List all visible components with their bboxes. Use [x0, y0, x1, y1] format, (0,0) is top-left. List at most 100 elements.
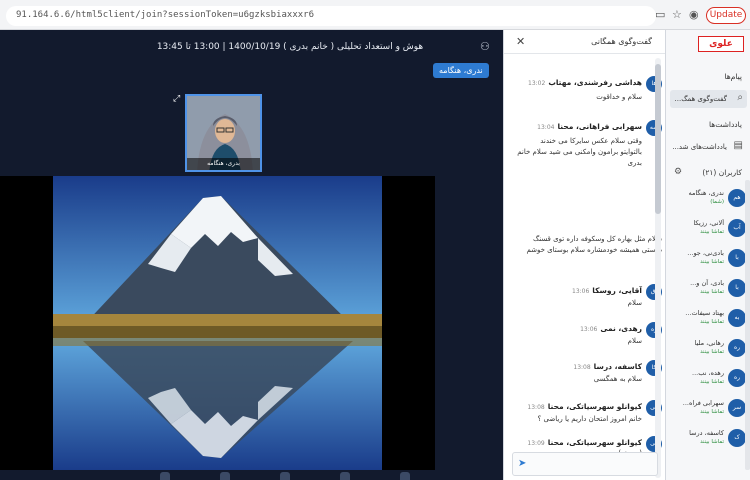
user-status: تماشا بینند [700, 229, 724, 235]
scrollbar-thumb[interactable] [655, 64, 661, 214]
message-text: سلام به همگسی [593, 375, 642, 383]
message-author: کیوانلو سهرسیاتکی، محنا [547, 402, 642, 411]
send-icon[interactable]: ➤ [518, 458, 526, 469]
message-time: 13:08 [573, 364, 591, 371]
screenshare-button[interactable] [340, 472, 350, 480]
chat-message: سلام مثل بهاره کل وسکوفه داره توی قسنگ د… [512, 234, 662, 274]
message-text: خانم امروز امتحان داریم یا ریاضی ؟ [537, 415, 642, 423]
user-list-item[interactable]: هم ندری، هنگامه (شما) [670, 186, 748, 212]
avatar: آب [728, 219, 746, 237]
chat-bubble-icon: ⌕ [737, 92, 743, 103]
chat-message: کا کاسفه، درسا13:08 سلام به همگسی [512, 360, 662, 390]
expand-icon[interactable]: ⤢ [173, 94, 180, 104]
user-list-item[interactable]: به بهتاد سیفات... تماشا بینند [670, 306, 748, 332]
user-status: تماشا بینند [700, 349, 724, 355]
update-button[interactable]: Update [706, 7, 746, 24]
message-time: 13:08 [527, 404, 545, 411]
message-time: 13:02 [528, 80, 546, 87]
message-text: سلام [627, 337, 642, 345]
user-name: آلانی، رزیکا [693, 219, 724, 227]
browser-toolbar: 91.164.6.6/html5client/join?sessionToken… [0, 0, 750, 30]
chat-message: کی کیوانلو سهرسیاتکی، محنا13:09 (جحونه) [512, 436, 662, 457]
message-author: کاسفه، درسا [593, 362, 642, 371]
user-list-scrollbar[interactable] [745, 180, 750, 470]
avatar: به [728, 309, 746, 327]
webcam-video[interactable]: بدری، هنگامه [185, 94, 262, 172]
mic-button[interactable] [160, 472, 170, 480]
user-list-item[interactable]: ره رهده، نب... تماشا بینند [670, 366, 748, 392]
user-name: بهتاد سیفات... [685, 309, 724, 317]
message-time: 13:09 [527, 440, 545, 447]
message-time: 13:06 [580, 326, 598, 333]
session-title: هوش و استعداد تحلیلی ( خانم بدری ) 1400/… [156, 42, 424, 52]
avatar: با [728, 279, 746, 297]
user-name: رهانی، ملیا [694, 339, 724, 347]
chat-message: ره رهدی، نمی13:06 سلام [512, 322, 662, 352]
user-status: تماشا بینند [700, 379, 724, 385]
notes-icon: ▤ [733, 140, 743, 151]
avatar: ک [728, 429, 746, 447]
section-notes: یادداشت‌ها [708, 120, 742, 129]
user-status: (شما) [710, 199, 724, 205]
chat-message: آق آقایی، روسکا13:06 سلام [512, 284, 662, 314]
avatar: با [728, 249, 746, 267]
presentation-area: هوش و استعداد تحلیلی ( خانم بدری ) 1400/… [0, 30, 503, 480]
audio-button[interactable] [220, 472, 230, 480]
message-text: وقتی سلام عکس سایرکا می خندند بالتوایتو … [517, 137, 642, 167]
nav-item-label: یادداشت‌های شد... [672, 143, 727, 151]
user-list-item[interactable]: ره رهانی، ملیا تماشا بینند [670, 336, 748, 362]
message-time: 13:06 [572, 288, 590, 295]
profile-icon[interactable]: ◉ [689, 8, 699, 22]
message-text: سلام مثل بهاره کل وسکوفه داره توی قسنگ د… [526, 235, 662, 254]
options-button[interactable] [400, 472, 410, 480]
avatar: سر [728, 399, 746, 417]
chat-panel: ✕ گفت‌وگوی همگانی ها هداشی رفرشندی، مهتا… [503, 30, 666, 480]
avatar: هم [728, 189, 746, 207]
avatar: ره [728, 369, 746, 387]
message-author: هداشی رفرشندی، مهتاب [548, 78, 642, 87]
chat-message-input[interactable]: ➤ [512, 452, 658, 476]
user-name: رهده، نب... [692, 369, 724, 377]
user-name: سهرابی فراه... [682, 399, 724, 407]
chat-message: ها هداشی رفرشندی، مهتاب13:02 سلام و خداق… [512, 76, 662, 112]
address-bar[interactable]: 91.164.6.6/html5client/join?sessionToken… [6, 6, 656, 26]
message-author: رهدی، نمی [600, 324, 642, 333]
user-status: تماشا بینند [700, 319, 724, 325]
shared-notes-nav-item[interactable]: ▤ یادداشت‌های شد... [670, 138, 747, 156]
slide-frame [0, 176, 435, 470]
message-time: 13:04 [537, 124, 555, 131]
user-list-item[interactable]: آب آلانی، رزیکا تماشا بینند [670, 216, 748, 242]
user-list-item[interactable]: ک کاسفه، درسا تماشا بینند [670, 426, 748, 452]
star-icon[interactable]: ☆ [672, 8, 682, 22]
user-status: تماشا بینند [700, 259, 724, 265]
message-author: سهرابی فراهانی، محنا [557, 122, 642, 131]
user-name: بادی، آن و... [690, 279, 724, 287]
user-status: تماشا بینند [700, 409, 724, 415]
mountain-slide-image [53, 176, 382, 470]
camera-button[interactable] [280, 472, 290, 480]
user-status: تماشا بینند [700, 289, 724, 295]
user-list-item[interactable]: سر سهرابی فراه... تماشا بینند [670, 396, 748, 422]
user-icon[interactable]: ⚇ [480, 40, 490, 53]
close-icon[interactable]: ✕ [516, 35, 525, 48]
avatar: ره [728, 339, 746, 357]
chat-message: کی کیوانلو سهرسیاتکی، محنا13:08 خانم امر… [512, 400, 662, 430]
chat-scrollbar[interactable] [655, 58, 661, 478]
user-list-item[interactable]: با بادی‌نی، جو... تماشا بینند [670, 246, 748, 272]
users-header: کاربران (۲۱) [702, 168, 742, 177]
user-list-item[interactable]: با بادی، آن و... تماشا بینند [670, 276, 748, 302]
cast-icon[interactable]: ▭ [655, 8, 665, 22]
user-status: تماشا بینند [700, 439, 724, 445]
chat-header: ✕ گفت‌وگوی همگانی [504, 30, 666, 54]
brand-logo: علوی [698, 36, 744, 52]
chat-message: سه سهرابی فراهانی، محنا13:04 وقتی سلام ع… [512, 120, 662, 180]
public-chat-nav-item[interactable]: ⌕ گفت‌وگوی همگ... [670, 90, 747, 108]
presenter-tag[interactable]: ندری، هنگامه [433, 63, 489, 78]
message-text: سلام [627, 299, 642, 307]
user-name: بادی‌نی، جو... [687, 249, 724, 257]
webcam-label: بدری، هنگامه [187, 158, 260, 170]
gear-icon[interactable]: ⚙ [674, 167, 682, 177]
message-author: آقایی، روسکا [592, 286, 642, 295]
user-name: ندری، هنگامه [688, 189, 724, 197]
section-messages: پیام‌ها [724, 72, 742, 81]
